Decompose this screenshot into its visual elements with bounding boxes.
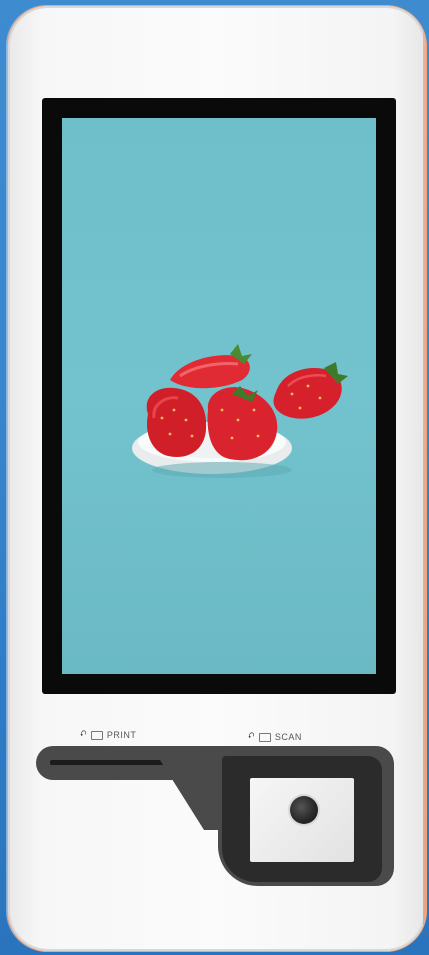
chevron-down-icon: ⮏: [248, 731, 255, 740]
strawberry-right: [207, 386, 278, 461]
strawberry-photo: [132, 344, 348, 478]
display-screen[interactable]: [62, 118, 376, 674]
printer-icon: [90, 730, 103, 740]
strawberry-top: [170, 344, 252, 389]
scanner-lens-icon: [290, 796, 318, 824]
screen-bezel: [42, 98, 396, 694]
scan-label: ⮏ SCAN: [248, 730, 302, 744]
scan-label-text: SCAN: [274, 732, 302, 742]
strawberry-left: [146, 387, 207, 457]
chevron-down-icon: ⮏: [80, 729, 87, 738]
print-label: ⮏ PRINT: [80, 728, 136, 742]
scanner-icon: [258, 732, 271, 742]
strawberry-loose: [273, 362, 348, 419]
print-label-text: PRINT: [106, 730, 137, 740]
receipt-slot[interactable]: [50, 760, 170, 765]
